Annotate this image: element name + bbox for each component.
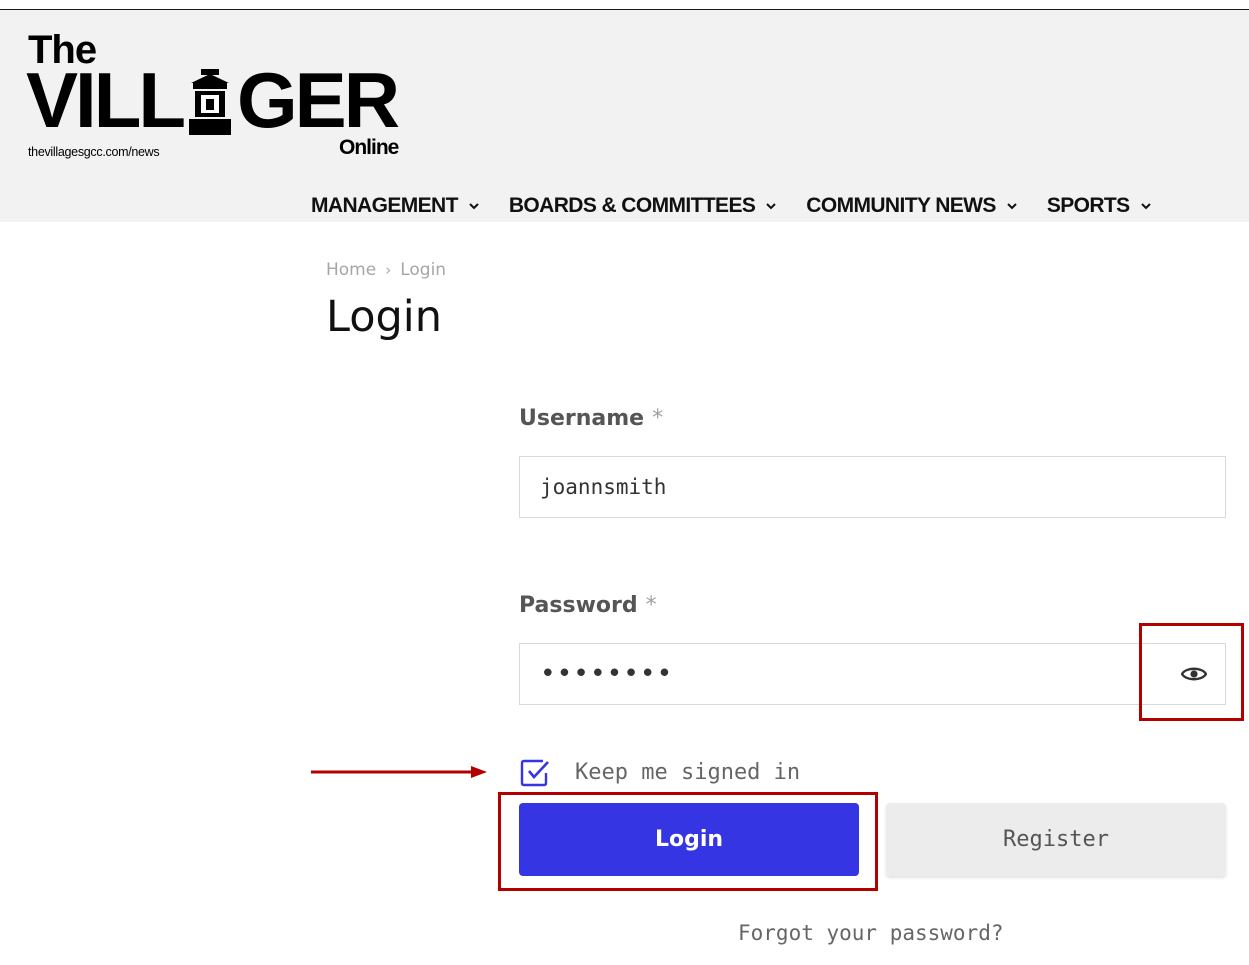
- nav-item-sports[interactable]: SPORTS: [1047, 194, 1153, 218]
- logo-wordmark-part1: VILL: [26, 56, 186, 144]
- login-button-highlight-box: [498, 792, 878, 891]
- nav-item-management[interactable]: MANAGEMENT: [311, 194, 481, 218]
- eye-icon-highlight-box: [1139, 623, 1244, 721]
- arrow-annotation: [311, 766, 487, 778]
- nav-item-label: BOARDS & COMMITTEES: [508, 194, 756, 217]
- logo-url-text: thevillagesgcc.com/news: [28, 145, 160, 159]
- breadcrumb-separator: ›: [385, 261, 392, 279]
- nav-item-community-news[interactable]: COMMUNITY NEWS: [806, 194, 1019, 218]
- top-border: [0, 0, 1249, 10]
- password-field[interactable]: ••••••••: [519, 643, 1226, 705]
- username-field[interactable]: joannsmith: [519, 456, 1226, 518]
- username-value: joannsmith: [540, 475, 667, 499]
- logo-online-text: Online: [339, 136, 399, 159]
- required-mark: *: [645, 593, 657, 618]
- nav-item-label: SPORTS: [1046, 194, 1130, 217]
- nav-item-boards-committees[interactable]: BOARDS & COMMITTEES: [509, 194, 778, 218]
- required-mark: *: [652, 406, 664, 431]
- breadcrumb-current: Login: [400, 260, 447, 280]
- chevron-down-icon: [766, 203, 776, 210]
- keep-signed-in-checkbox[interactable]: Keep me signed in: [519, 757, 800, 788]
- main-nav: MANAGEMENT BOARDS & COMMITTEES COMMUNITY…: [311, 194, 1153, 218]
- chevron-down-icon: [469, 203, 479, 210]
- username-label: Username *: [519, 406, 663, 431]
- keep-signed-in-label: Keep me signed in: [575, 760, 801, 785]
- register-button[interactable]: Register: [886, 803, 1226, 876]
- chevron-down-icon: [1007, 203, 1017, 210]
- password-label-text: Password: [519, 593, 638, 618]
- logo-wordmark: VILL GER: [26, 56, 400, 144]
- breadcrumb-home-link[interactable]: Home: [326, 260, 376, 280]
- username-label-text: Username: [519, 406, 645, 431]
- nav-item-label: MANAGEMENT: [311, 194, 458, 217]
- breadcrumb: Home › Login: [326, 260, 446, 280]
- checkbox-checked-icon[interactable]: [519, 757, 550, 788]
- page-title: Login: [326, 292, 443, 342]
- nav-item-label: COMMUNITY NEWS: [806, 194, 996, 217]
- logo-wordmark-part2: GER: [237, 56, 400, 144]
- lantern-icon: [189, 69, 231, 135]
- site-logo[interactable]: The VILL GER Online thevillagesgcc.com/n…: [26, 30, 416, 170]
- forgot-password-link[interactable]: Forgot your password?: [738, 921, 1004, 945]
- password-label: Password *: [519, 593, 657, 618]
- site-header: The VILL GER Online thevillagesgcc.com/n…: [0, 10, 1249, 222]
- password-value: ••••••••: [540, 659, 674, 689]
- chevron-down-icon: [1140, 203, 1151, 210]
